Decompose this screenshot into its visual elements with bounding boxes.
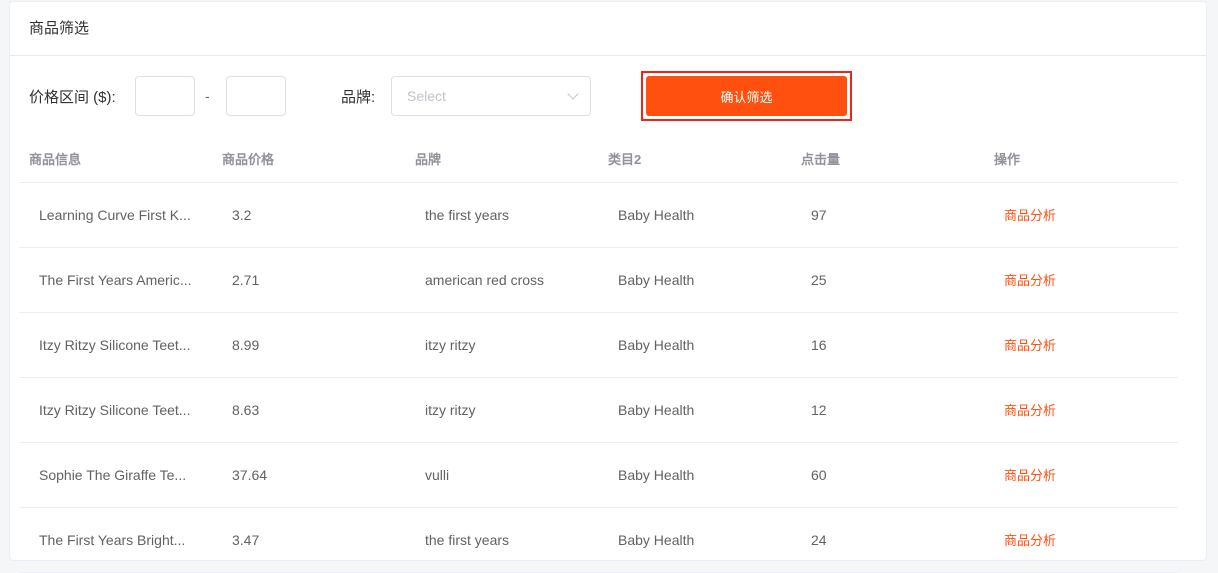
table-row: Sophie The Giraffe Te... 37.64 vulli Baby H… bbox=[19, 442, 1178, 508]
product-name-cell: Learning Curve First K... bbox=[19, 182, 212, 248]
column-header-product-info: 商品信息 bbox=[19, 136, 212, 183]
clicks-cell: 97 bbox=[791, 182, 984, 248]
table-body: Learning Curve First K... 3.2 the first ye… bbox=[19, 182, 1178, 573]
column-header-clicks: 点击量 bbox=[791, 136, 984, 183]
product-analysis-link[interactable]: 商品分析 bbox=[984, 247, 1178, 313]
clicks-cell: 16 bbox=[791, 312, 984, 378]
price-range-label: 价格区间 ($): bbox=[29, 89, 116, 106]
price-cell: 8.63 bbox=[212, 377, 405, 443]
brand-cell: vulli bbox=[405, 442, 598, 508]
clicks-cell: 12 bbox=[791, 377, 984, 443]
clicks-cell: 60 bbox=[791, 442, 984, 508]
column-header-brand: 品牌 bbox=[405, 136, 598, 183]
column-header-category2: 类目2 bbox=[598, 136, 791, 183]
price-cell: 8.99 bbox=[212, 312, 405, 378]
column-header-price: 商品价格 bbox=[212, 136, 405, 183]
product-name-cell: Itzy Ritzy Silicone Teet... bbox=[19, 377, 212, 443]
table-row: Itzy Ritzy Silicone Teet... 8.63 itzy ritz… bbox=[19, 377, 1178, 443]
product-analysis-link[interactable]: 商品分析 bbox=[984, 312, 1178, 378]
price-cell: 2.71 bbox=[212, 247, 405, 313]
brand-cell: itzy ritzy bbox=[405, 312, 598, 378]
brand-cell: the first years bbox=[405, 182, 598, 248]
confirm-filter-button[interactable]: 确认筛选 bbox=[646, 76, 847, 116]
product-name-cell: Itzy Ritzy Silicone Teet... bbox=[19, 312, 212, 378]
product-analysis-link[interactable]: 商品分析 bbox=[984, 442, 1178, 508]
price-cell: 37.64 bbox=[212, 442, 405, 508]
product-analysis-link[interactable]: 商品分析 bbox=[984, 182, 1178, 248]
price-min-input[interactable] bbox=[135, 76, 195, 116]
confirm-button-highlight: 确认筛选 bbox=[641, 71, 852, 121]
category-cell: Baby Health bbox=[598, 377, 791, 443]
product-name-cell: Sophie The Giraffe Te... bbox=[19, 442, 212, 508]
category-cell: Baby Health bbox=[598, 442, 791, 508]
brand-select-placeholder: Select bbox=[407, 88, 446, 104]
column-header-actions: 操作 bbox=[984, 136, 1178, 183]
brand-label: 品牌: bbox=[341, 89, 376, 106]
product-table: 商品信息 商品价格 品牌 类目2 点击量 操作 Learning Curve First … bbox=[19, 136, 1178, 573]
table-row: The First Years Americ... 2.71 american re… bbox=[19, 247, 1178, 313]
filter-bar: 价格区间 ($): - 品牌: Select 确认筛选 bbox=[10, 56, 1206, 136]
category-cell: Baby Health bbox=[598, 312, 791, 378]
clicks-cell: 25 bbox=[791, 247, 984, 313]
card-title: 商品筛选 bbox=[10, 2, 1206, 56]
category-cell: Baby Health bbox=[598, 182, 791, 248]
category-cell: Baby Health bbox=[598, 247, 791, 313]
table-header-row: 商品信息 商品价格 品牌 类目2 点击量 操作 bbox=[19, 136, 1178, 183]
brand-cell: itzy ritzy bbox=[405, 377, 598, 443]
brand-cell: american red cross bbox=[405, 247, 598, 313]
product-name-cell: The First Years Americ... bbox=[19, 247, 212, 313]
table-row: Learning Curve First K... 3.2 the first ye… bbox=[19, 182, 1178, 248]
product-analysis-link[interactable]: 商品分析 bbox=[984, 377, 1178, 443]
price-range-dash: - bbox=[205, 88, 210, 104]
table-row: Itzy Ritzy Silicone Teet... 8.99 itzy ritz… bbox=[19, 312, 1178, 378]
brand-select[interactable]: Select bbox=[391, 76, 591, 116]
chevron-down-icon bbox=[567, 88, 579, 100]
price-cell: 3.2 bbox=[212, 182, 405, 248]
price-max-input[interactable] bbox=[226, 76, 286, 116]
